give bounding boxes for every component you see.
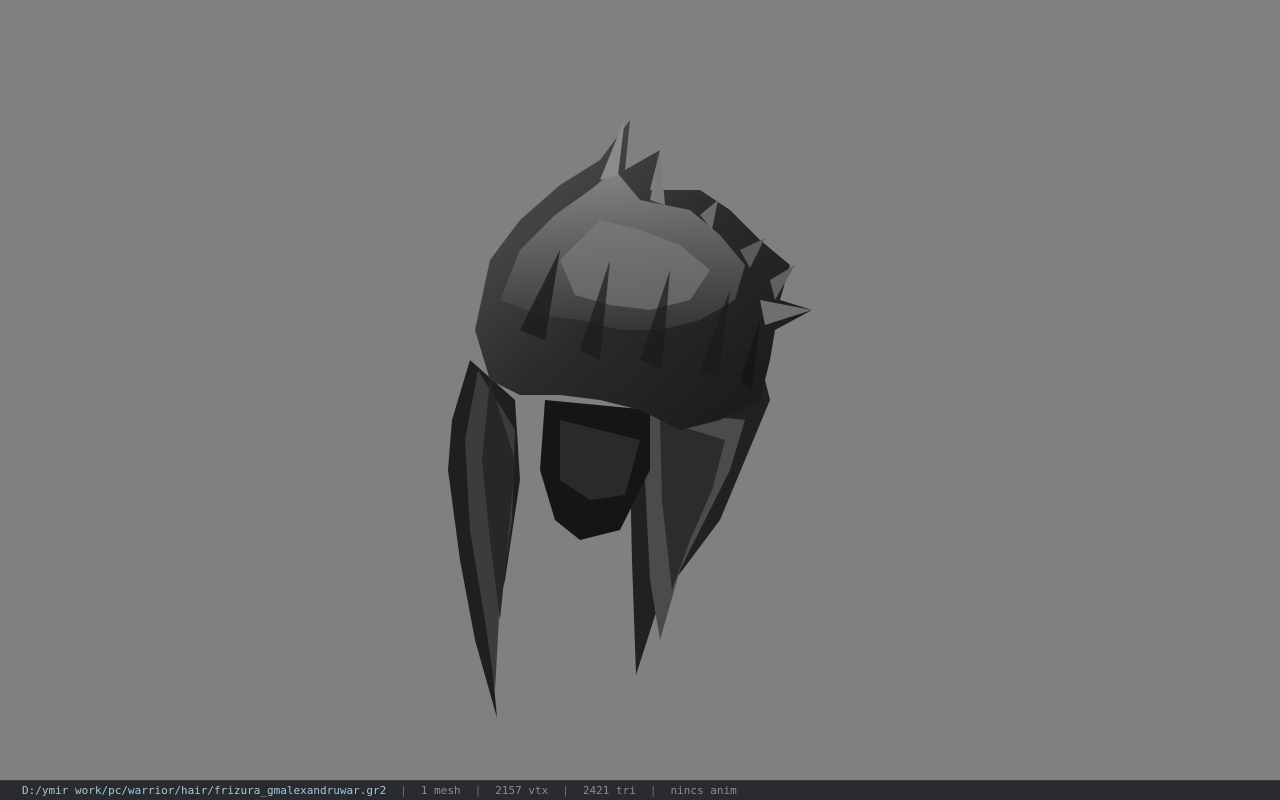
hair-left-strands: [448, 360, 520, 718]
vertex-count-label: 2157 vtx: [495, 784, 549, 797]
hair-model-render[interactable]: [0, 0, 1280, 780]
mesh-count-label: 1 mesh: [420, 784, 461, 797]
separator: |: [474, 784, 482, 797]
3d-viewport[interactable]: [0, 0, 1280, 780]
file-path-label: D:/ymir work/pc/warrior/hair/frizura_gma…: [22, 784, 387, 797]
status-bar: D:/ymir work/pc/warrior/hair/frizura_gma…: [0, 780, 1280, 800]
separator: |: [562, 784, 569, 797]
triangle-count-label: 2421 tri: [582, 784, 636, 797]
separator: |: [649, 784, 657, 797]
separator: |: [400, 784, 407, 797]
animation-label: nincs anim: [670, 784, 737, 797]
hair-crown: [475, 118, 812, 430]
